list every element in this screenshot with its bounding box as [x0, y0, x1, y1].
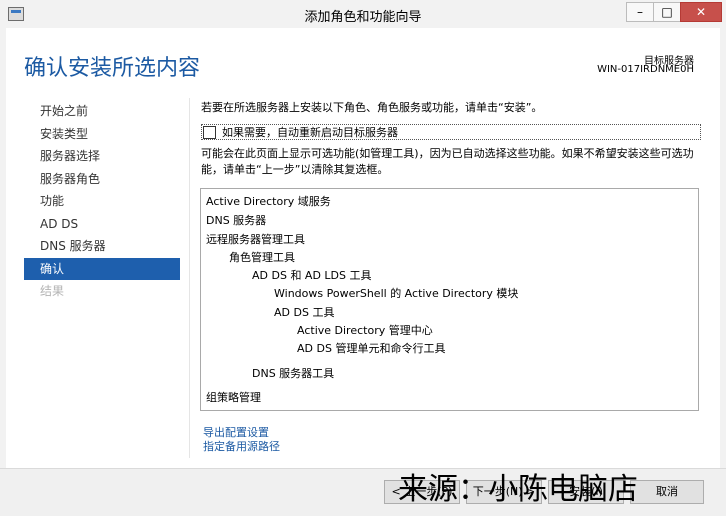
- minimize-button[interactable]: –: [626, 2, 654, 22]
- restart-checkbox[interactable]: [203, 126, 216, 139]
- selected-features-list[interactable]: Active Directory 域服务 DNS 服务器 远程服务器管理工具 角…: [200, 188, 699, 411]
- feature-item: 组策略管理: [206, 391, 261, 404]
- page-title: 确认安装所选内容: [24, 56, 201, 81]
- nav-item-server-roles[interactable]: 服务器角色: [24, 168, 180, 191]
- window-title: 添加角色和功能向导: [304, 10, 422, 25]
- nav-item-results: 结果: [40, 284, 65, 298]
- feature-item: Windows PowerShell 的 Active Directory 模块: [274, 287, 519, 300]
- restart-option[interactable]: 如果需要，自动重新启动目标服务器: [201, 124, 701, 140]
- nav-item-confirmation[interactable]: 确认: [24, 257, 180, 280]
- cancel-button[interactable]: 取消: [630, 480, 704, 504]
- nav-item-installation-type[interactable]: 安装类型: [24, 123, 180, 146]
- alternate-source-link[interactable]: 指定备用源路径: [203, 438, 280, 454]
- intro-text: 若要在所选服务器上安装以下角色、角色服务或功能，请单击“安装”。: [201, 101, 543, 114]
- restart-checkbox-label[interactable]: 如果需要，自动重新启动目标服务器: [222, 124, 398, 140]
- optional-features-note: 可能会在此页面上显示可选功能(如管理工具)，因为已自动选择这些功能。如果不希望安…: [201, 147, 694, 176]
- feature-item: 角色管理工具: [229, 251, 295, 264]
- feature-item: 远程服务器管理工具: [206, 233, 305, 246]
- source-watermark: 来源：小陈电脑店: [398, 472, 638, 507]
- nav-item-features[interactable]: 功能: [24, 190, 180, 213]
- wizard-nav: 开始之前 安装类型 服务器选择 服务器角色 功能 AD DS DNS 服务器 确…: [24, 100, 180, 303]
- feature-item: AD DS 工具: [274, 306, 335, 319]
- feature-item: DNS 服务器工具: [252, 367, 335, 380]
- title-bar: 添加角色和功能向导 – □ ✕: [0, 0, 726, 28]
- nav-item-before-you-begin[interactable]: 开始之前: [24, 100, 180, 123]
- nav-item-dns-server[interactable]: DNS 服务器: [24, 235, 180, 258]
- feature-item: Active Directory 管理中心: [297, 324, 433, 337]
- wizard-content: 确认安装所选内容 目标服务器 WIN-017IRDNME0H 开始之前 安装类型…: [6, 28, 720, 468]
- close-button[interactable]: ✕: [680, 2, 722, 22]
- feature-item: DNS 服务器: [206, 214, 267, 227]
- maximize-button[interactable]: □: [653, 2, 681, 22]
- destination-server-name: WIN-017IRDNME0H: [597, 64, 694, 75]
- nav-divider: [189, 98, 190, 458]
- feature-item: AD DS 和 AD LDS 工具: [252, 269, 372, 282]
- nav-item-server-selection[interactable]: 服务器选择: [24, 145, 180, 168]
- wizard-window: 添加角色和功能向导 – □ ✕ 确认安装所选内容 目标服务器 WIN-017IR…: [0, 0, 726, 516]
- nav-item-ad-ds[interactable]: AD DS: [24, 213, 180, 236]
- feature-item: AD DS 管理单元和命令行工具: [297, 342, 446, 355]
- feature-item: Active Directory 域服务: [206, 195, 331, 208]
